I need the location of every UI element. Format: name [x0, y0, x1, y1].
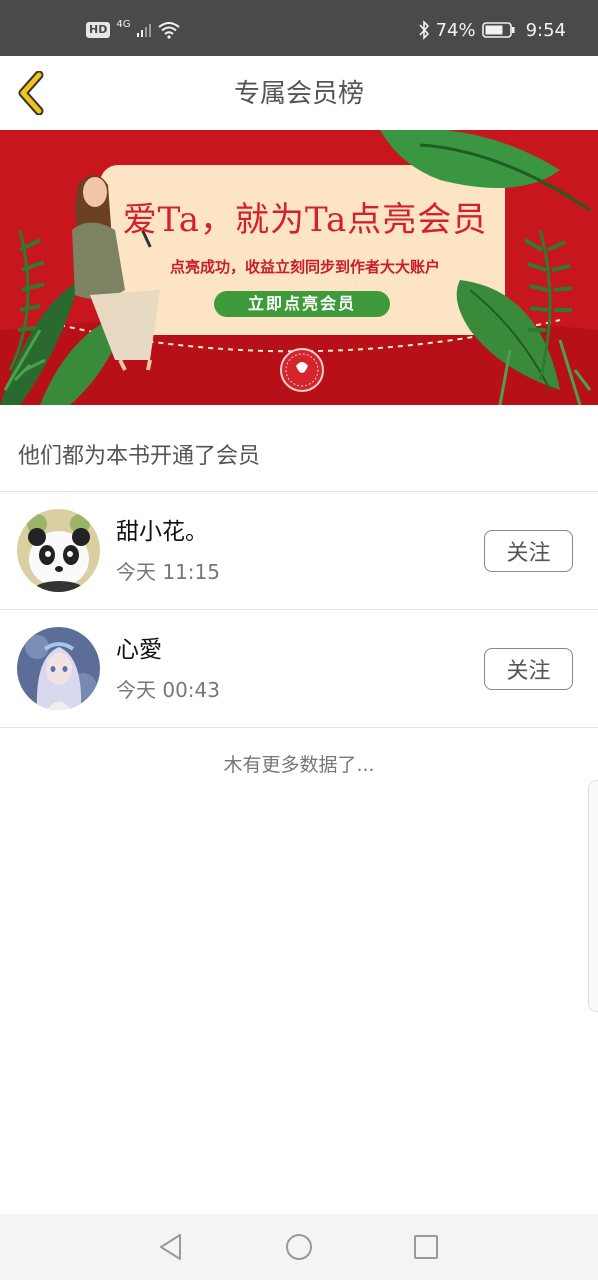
system-nav-bar	[0, 1214, 598, 1280]
status-right: 74% 9:54	[418, 18, 566, 42]
clock: 9:54	[525, 19, 566, 41]
avatar[interactable]	[17, 627, 100, 710]
edge-drawer-handle[interactable]	[588, 780, 598, 1012]
back-triangle-icon[interactable]	[156, 1232, 186, 1262]
section-title: 他们都为本书开通了会员	[18, 444, 261, 469]
signal-icon	[137, 24, 152, 37]
member-name: 心愛	[116, 637, 162, 663]
avatar[interactable]	[17, 509, 100, 592]
network-type: 4G	[116, 18, 131, 30]
banner-headline: 爱Ta，就为Ta点亮会员	[122, 200, 488, 240]
banner-cta-button[interactable]: 立即点亮会员	[214, 291, 390, 317]
divider	[0, 727, 598, 728]
home-circle-icon[interactable]	[284, 1232, 314, 1262]
app-header: 专属会员榜	[0, 56, 598, 130]
panda-avatar	[17, 509, 100, 592]
list-item: 甜小花。 今天 11:15 关注	[0, 492, 598, 609]
wifi-icon	[158, 22, 181, 39]
doll-avatar	[17, 627, 100, 710]
page-title: 专属会员榜	[233, 79, 364, 109]
list-item: 心愛 今天 00:43 关注	[0, 610, 598, 727]
status-bar: HD 4G 74% 9:54	[0, 0, 598, 56]
member-time: 今天 00:43	[116, 678, 220, 702]
promo-banner[interactable]: 爱Ta，就为Ta点亮会员 点亮成功，收益立刻同步到作者大大账户 立即点亮会员	[0, 130, 598, 405]
bluetooth-icon	[418, 20, 429, 40]
member-time: 今天 11:15	[116, 560, 220, 584]
follow-button[interactable]: 关注	[484, 530, 573, 572]
banner-subline: 点亮成功，收益立刻同步到作者大大账户	[169, 258, 440, 276]
recents-square-icon[interactable]	[411, 1232, 441, 1262]
battery-percent: 74%	[435, 19, 476, 41]
battery-icon	[481, 22, 515, 38]
follow-button[interactable]: 关注	[484, 648, 573, 690]
member-name: 甜小花。	[116, 519, 208, 545]
hd-badge: HD	[86, 22, 111, 38]
no-more-text: 木有更多数据了...	[223, 754, 375, 776]
status-left: HD 4G	[86, 18, 181, 42]
